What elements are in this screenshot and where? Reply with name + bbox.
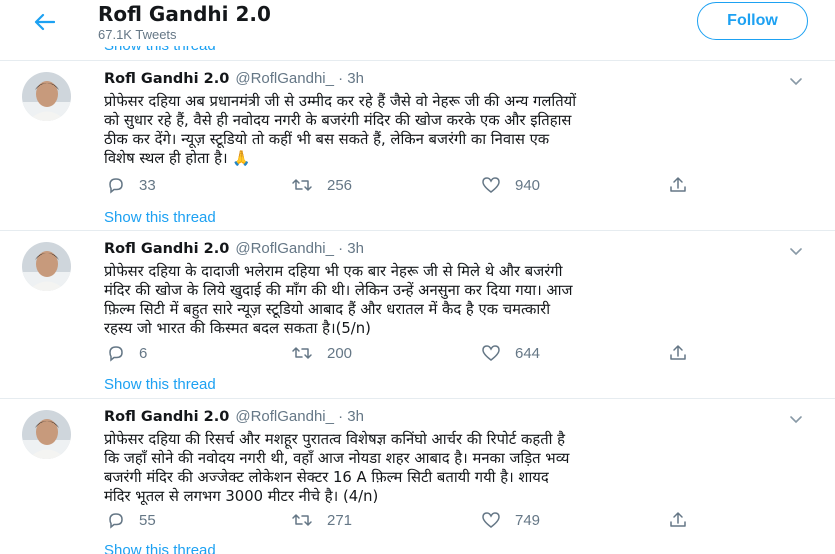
show-thread-link[interactable]: Show this thread	[104, 542, 216, 554]
like-button[interactable]: 749	[481, 511, 540, 529]
like-count: 940	[515, 176, 541, 194]
like-icon	[482, 177, 500, 193]
tweet-count: 67.1K Tweets	[98, 27, 177, 42]
show-thread-link[interactable]: Show this thread	[104, 209, 216, 226]
author-name[interactable]: Rofl Gandhi 2.0	[104, 409, 229, 425]
tweet-header: Rofl Gandhi 2.0 @RoflGandhi_ · 3h	[104, 70, 364, 87]
reply-button[interactable]: 6	[107, 344, 147, 362]
avatar[interactable]	[22, 72, 71, 121]
author-name[interactable]: Rofl Gandhi 2.0	[104, 71, 229, 87]
tweet-text-line: कि जहाँ सोने की नवोदय नगरी थी, वहाँ आज न…	[104, 450, 570, 467]
like-button[interactable]: 940	[481, 176, 540, 194]
like-count: 644	[515, 344, 541, 362]
tweet-header: Rofl Gandhi 2.0 @RoflGandhi_ · 3h	[104, 240, 364, 257]
tweet-text: प्रोफेसर दहिया अब प्रधानमंत्री जी से उम्…	[104, 92, 804, 168]
tweet-text-line: रहस्य जो भारत की किस्मत बदल सकता है।(5/n…	[104, 320, 371, 337]
share-icon	[670, 512, 686, 527]
avatar[interactable]	[22, 410, 71, 459]
divider	[0, 398, 835, 399]
author-name[interactable]: Rofl Gandhi 2.0	[104, 241, 229, 257]
tweet-text-line: प्रोफेसर दहिया अब प्रधानमंत्री जी से उम्…	[104, 93, 577, 110]
tweet-text-line: फ़िल्म सिटी में बहुत सारे न्यूज़ स्टूडिय…	[104, 301, 551, 318]
like-icon	[482, 345, 500, 361]
reply-count: 33	[139, 176, 156, 194]
author-handle[interactable]: @RoflGandhi_ · 3h	[235, 70, 364, 87]
retweet-button[interactable]: 200	[291, 344, 352, 362]
profile-header: Rofl Gandhi 2.0 67.1K Tweets Follow	[0, 0, 835, 46]
back-arrow-icon	[34, 13, 55, 31]
tweet-text-line: प्रोफेसर दहिया के दादाजी भलेराम दहिया भी…	[104, 263, 563, 280]
profile-name: Rofl Gandhi 2.0	[98, 2, 271, 26]
share-icon	[670, 177, 686, 192]
reply-icon	[109, 178, 123, 194]
chevron-down-icon[interactable]	[787, 242, 805, 260]
reply-icon	[109, 513, 123, 529]
share-button[interactable]	[668, 344, 702, 362]
chevron-down-icon[interactable]	[787, 72, 805, 90]
tweet-header: Rofl Gandhi 2.0 @RoflGandhi_ · 3h	[104, 408, 364, 425]
share-button[interactable]	[668, 511, 702, 529]
retweet-count: 271	[327, 511, 353, 529]
like-count: 749	[515, 511, 541, 529]
chevron-down-icon[interactable]	[787, 410, 805, 428]
tweet-text-line: ठीक कर देंगे। न्यूज़ स्टूडियो तो कहीं भी…	[104, 131, 550, 148]
author-handle[interactable]: @RoflGandhi_ · 3h	[235, 240, 364, 257]
follow-button[interactable]: Follow	[697, 2, 808, 40]
tweet-text: प्रोफेसर दहिया के दादाजी भलेराम दहिया भी…	[104, 262, 804, 338]
tweet-text-line: प्रोफेसर दहिया की रिसर्च और मशहूर पुरातत…	[104, 431, 566, 448]
like-button[interactable]: 644	[481, 344, 540, 362]
tweet-text: प्रोफेसर दहिया की रिसर्च और मशहूर पुरातत…	[104, 430, 804, 506]
tweet-text-line: विशेष स्थल ही होता है। 🙏	[104, 150, 251, 167]
share-button[interactable]	[668, 176, 702, 194]
retweet-button[interactable]: 271	[291, 511, 352, 529]
author-handle[interactable]: @RoflGandhi_ · 3h	[235, 408, 364, 425]
divider	[0, 230, 835, 231]
show-thread-link[interactable]: Show this thread	[104, 376, 216, 393]
reply-count: 55	[139, 511, 156, 529]
retweet-count: 200	[327, 344, 353, 362]
divider	[0, 60, 835, 61]
retweet-count: 256	[327, 176, 353, 194]
tweet-text-line: मंदिर भूतल से लगभग 3000 मीटर नीचे है। (4…	[104, 488, 379, 505]
retweet-button[interactable]: 256	[291, 176, 352, 194]
like-icon	[482, 512, 500, 528]
reply-icon	[109, 346, 123, 362]
tweet-text-line: को सुधार रहे हैं, वैसे ही नवोदय नगरी के …	[104, 112, 572, 129]
retweet-icon	[292, 347, 312, 359]
tweet-text-line: बजरंगी मंदिर की अज्जेक्ट लोकेशन सेक्टर 1…	[104, 469, 549, 486]
reply-count: 6	[139, 344, 148, 362]
retweet-icon	[292, 514, 312, 526]
tweet-text-line: मंदिर की खोज के लिये खुदाई की माँग की थी…	[104, 282, 573, 299]
back-button[interactable]	[28, 6, 60, 38]
retweet-icon	[292, 179, 312, 191]
avatar[interactable]	[22, 242, 71, 291]
reply-button[interactable]: 33	[107, 176, 156, 194]
reply-button[interactable]: 55	[107, 511, 156, 529]
share-icon	[670, 345, 686, 360]
